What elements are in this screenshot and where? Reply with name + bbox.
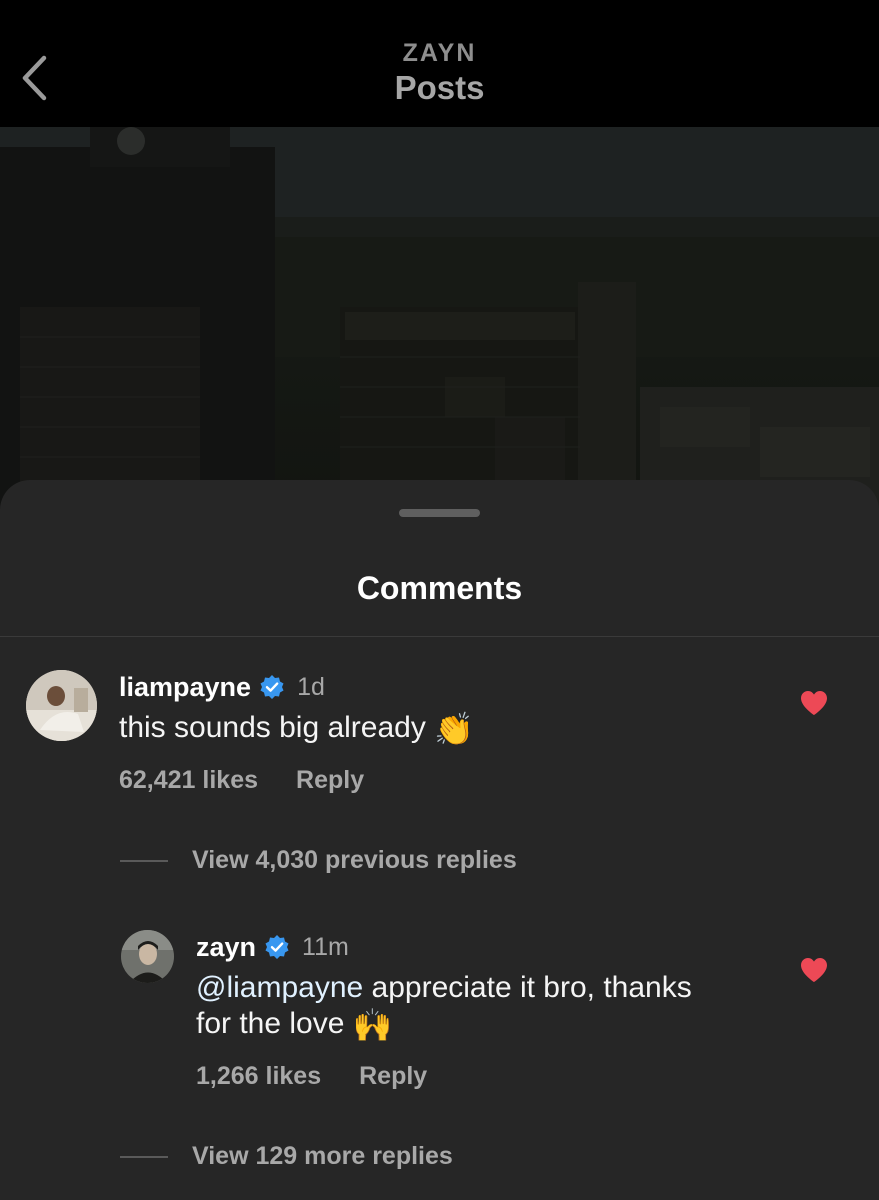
- verified-badge-icon: [265, 935, 289, 959]
- avatar-image: [26, 670, 97, 741]
- reply-body-line-2: for the love: [196, 1007, 345, 1040]
- reply-username[interactable]: zayn: [196, 932, 256, 963]
- view-previous-replies-label: View 4,030 previous replies: [192, 846, 517, 874]
- divider: [0, 636, 879, 637]
- comments-sheet: Comments liampayne 1d this sounds big al…: [0, 480, 879, 1200]
- reply-button[interactable]: Reply: [359, 1062, 427, 1091]
- reply-header: zayn 11m: [196, 930, 349, 964]
- verified-badge-icon: [260, 675, 284, 699]
- reply-item: zayn 11m @liampayne appreciate it bro, t…: [0, 930, 879, 1100]
- reply-actions: 1,266 likes Reply: [196, 1062, 427, 1091]
- reply-body-line-1: appreciate it bro, thanks: [363, 971, 692, 1004]
- comments-title: Comments: [356, 570, 523, 606]
- account-name: ZAYN: [402, 39, 477, 67]
- avatar-image: [121, 930, 174, 983]
- raising-hands-emoji: 🙌: [352, 1007, 393, 1044]
- avatar[interactable]: [26, 670, 97, 741]
- comment-body: this sounds big already: [119, 711, 426, 744]
- reply-timestamp: 11m: [302, 932, 349, 961]
- replies-line: [120, 859, 168, 862]
- comment-item: liampayne 1d this sounds big already 👏 6…: [0, 670, 879, 810]
- replies-line: [120, 1155, 168, 1158]
- post-image: [0, 127, 879, 527]
- page-title: Posts: [394, 69, 485, 106]
- reply-button[interactable]: Reply: [296, 766, 364, 795]
- view-more-replies-label: View 129 more replies: [192, 1142, 453, 1170]
- comment-text: this sounds big already 👏: [119, 710, 474, 747]
- view-previous-replies-button[interactable]: View 4,030 previous replies: [120, 846, 517, 875]
- likes-count[interactable]: 1,266 likes: [196, 1062, 321, 1091]
- nav-title-group: ZAYN Posts: [0, 38, 879, 108]
- reply-text: @liampayne appreciate it bro, thanks for…: [196, 970, 796, 1043]
- comment-username[interactable]: liampayne: [119, 672, 251, 703]
- heart-icon[interactable]: [799, 956, 829, 984]
- sheet-grabber-handle[interactable]: [399, 509, 480, 517]
- comment-actions: 62,421 likes Reply: [119, 766, 364, 795]
- mention-link[interactable]: @liampayne: [196, 971, 363, 1004]
- likes-count[interactable]: 62,421 likes: [119, 766, 258, 795]
- view-more-replies-button[interactable]: View 129 more replies: [120, 1142, 453, 1171]
- avatar[interactable]: [121, 930, 174, 983]
- clapping-hands-emoji: 👏: [434, 711, 475, 748]
- comment-timestamp: 1d: [297, 672, 325, 701]
- comment-header: liampayne 1d: [119, 670, 325, 704]
- reply-text-line-2: for the love 🙌: [196, 1006, 796, 1043]
- top-navigation-bar: ZAYN Posts: [0, 0, 879, 127]
- reply-text-line-1: @liampayne appreciate it bro, thanks: [196, 970, 796, 1006]
- heart-icon[interactable]: [799, 689, 829, 717]
